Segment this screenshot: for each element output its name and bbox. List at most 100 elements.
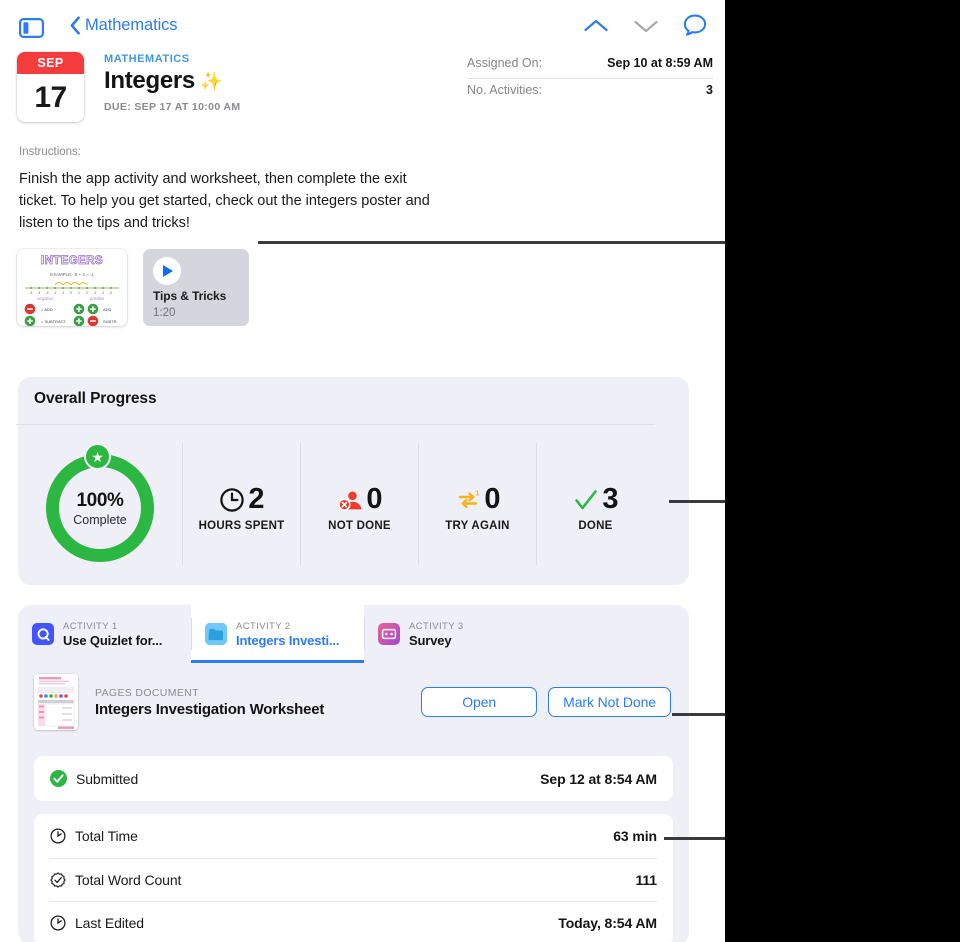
activities-card: ACTIVITY 1 Use Quizlet for... ACTIVITY 2… xyxy=(18,605,689,942)
detail-value: Today, 8:54 AM xyxy=(558,915,657,932)
checkmark-icon xyxy=(575,489,598,509)
tab-activity-2[interactable]: ACTIVITY 2 Integers Investi... xyxy=(191,605,364,663)
svg-text:ADD: ADD xyxy=(103,307,112,312)
chevron-down-icon[interactable] xyxy=(633,18,659,34)
attachments-row: INTEGERS EXAMPLE: -5 + 4 = -1 -5 -4 -3 -… xyxy=(17,249,249,326)
svg-text:-4: -4 xyxy=(38,291,41,295)
svg-text:-1: -1 xyxy=(62,291,65,295)
svg-text:INTEGERS: INTEGERS xyxy=(41,255,103,267)
stat-try-again: 1 0 TRY AGAIN xyxy=(418,443,536,565)
navbar-actions xyxy=(583,14,707,37)
assignment-title-row: Integers ✨ xyxy=(104,67,240,95)
back-button-label: Mathematics xyxy=(85,16,178,34)
document-kicker: PAGES DOCUMENT xyxy=(95,686,199,699)
tab-activity-3[interactable]: ACTIVITY 3 Survey xyxy=(364,605,537,663)
video-duration: 1:20 xyxy=(153,307,176,319)
progress-ring: 100% Complete ★ xyxy=(46,443,154,565)
instructions-text: Finish the app activity and worksheet, t… xyxy=(19,171,430,232)
svg-text:EXAMPLE: -5 + 4 = -1: EXAMPLE: -5 + 4 = -1 xyxy=(50,272,94,277)
svg-text:-3: -3 xyxy=(46,291,49,295)
svg-text:SUBTR: SUBTR xyxy=(103,319,117,324)
page-title: Integers xyxy=(104,67,195,94)
document-name: Integers Investigation Worksheet xyxy=(95,700,325,718)
screen-root: Mathematics SEP 17 MATHEMATICS Integers … xyxy=(0,0,960,942)
star-glyph: ★ xyxy=(91,448,104,465)
open-button[interactable]: Open xyxy=(421,687,538,717)
comment-bubble-icon[interactable] xyxy=(683,14,707,37)
try-again-icon: 1 xyxy=(459,490,480,508)
clock-icon xyxy=(50,915,66,931)
tab-label: Integers Investi... xyxy=(236,632,340,648)
document-row: PAGES DOCUMENT Integers Investigation Wo… xyxy=(18,663,689,741)
meta-value: Sep 10 at 8:59 AM xyxy=(607,56,713,70)
svg-text:1: 1 xyxy=(78,291,80,295)
calendar-month: SEP xyxy=(17,52,84,74)
svg-text:= ADD: = ADD xyxy=(41,307,53,312)
sparkles-icon: ✨ xyxy=(199,71,223,91)
play-icon[interactable] xyxy=(153,257,181,285)
word-count-icon xyxy=(50,872,66,888)
svg-text:positive: positive xyxy=(90,296,105,301)
detail-value: 111 xyxy=(635,871,657,888)
clock-icon xyxy=(50,828,66,844)
video-attachment-card[interactable]: Tips & Tricks 1:20 xyxy=(143,249,249,326)
submitted-value: Sep 12 at 8:54 AM xyxy=(540,770,657,787)
video-title: Tips & Tricks xyxy=(153,289,227,303)
stat-value: 2 xyxy=(248,483,264,515)
navigation-bar: Mathematics xyxy=(0,0,725,48)
meta-key: Assigned On: xyxy=(467,56,543,70)
pages-document-thumbnail[interactable] xyxy=(34,674,78,730)
check-circle-icon xyxy=(50,770,67,787)
stat-done: 3 DONE xyxy=(536,443,654,565)
stat-caption: HOURS SPENT xyxy=(198,520,285,532)
tab-label: Use Quizlet for... xyxy=(63,632,163,648)
tab-activity-1[interactable]: ACTIVITY 1 Use Quizlet for... xyxy=(18,605,191,663)
svg-text:-5: -5 xyxy=(30,291,33,295)
back-button[interactable]: Mathematics xyxy=(70,16,178,35)
svg-text:4: 4 xyxy=(102,291,104,295)
svg-text:2: 2 xyxy=(86,291,88,295)
mark-not-done-button[interactable]: Mark Not Done xyxy=(548,687,671,717)
progress-percent-caption: Complete xyxy=(73,512,127,527)
detail-label: Total Time xyxy=(75,827,138,844)
overall-progress-title: Overall Progress xyxy=(34,390,157,407)
activity-details-list: Total Time 63 min Total Word Count 111 L… xyxy=(34,814,673,942)
star-icon: ★ xyxy=(84,443,111,470)
stat-caption: DONE xyxy=(578,520,613,532)
tab-label: Survey xyxy=(409,632,452,648)
chevron-up-icon[interactable] xyxy=(583,18,609,34)
detail-row-last-edited: Last Edited Today, 8:54 AM xyxy=(50,901,657,942)
assignment-meta-table: Assigned On: Sep 10 at 8:59 AM No. Activ… xyxy=(467,52,713,104)
tab-kicker: ACTIVITY 3 xyxy=(409,620,464,632)
submitted-label: Submitted xyxy=(76,770,139,787)
activity-tabs: ACTIVITY 1 Use Quizlet for... ACTIVITY 2… xyxy=(18,605,537,663)
meta-row: No. Activities: 3 xyxy=(467,78,713,104)
svg-text:5: 5 xyxy=(110,291,112,295)
detail-value: 63 min xyxy=(613,827,657,844)
detail-label: Last Edited xyxy=(75,915,144,932)
meta-key: No. Activities: xyxy=(467,83,543,97)
progress-percent: 100% xyxy=(76,489,124,511)
integers-poster-thumbnail[interactable]: INTEGERS EXAMPLE: -5 + 4 = -1 -5 -4 -3 -… xyxy=(17,249,127,326)
progress-divider xyxy=(16,424,655,425)
callout-line-attachments xyxy=(258,241,725,244)
pages-folder-icon xyxy=(205,623,227,645)
calendar-day: 17 xyxy=(34,81,67,114)
submitted-status-card: Submitted Sep 12 at 8:54 AM xyxy=(34,756,673,801)
due-date-label: DUE: SEP 17 AT 10:00 AM xyxy=(104,101,241,113)
due-date-calendar-badge: SEP 17 xyxy=(17,52,84,122)
course-label: MATHEMATICS xyxy=(104,53,190,65)
sidebar-toggle-icon[interactable] xyxy=(19,18,44,38)
callout-line-mark-not-done xyxy=(672,713,725,716)
meta-value: 3 xyxy=(706,83,713,97)
detail-row-total-word-count: Total Word Count 111 xyxy=(50,857,657,902)
stat-not-done: 0 NOT DONE xyxy=(300,443,418,565)
detail-row-total-time: Total Time 63 min xyxy=(50,814,657,858)
chevron-left-icon xyxy=(70,16,80,35)
svg-text:0: 0 xyxy=(70,291,72,295)
quizlet-app-icon xyxy=(32,623,54,645)
instructions-label: Instructions: xyxy=(19,146,81,158)
content-pane: Mathematics SEP 17 MATHEMATICS Integers … xyxy=(0,0,725,942)
clock-icon xyxy=(220,487,245,512)
stat-value: 3 xyxy=(602,483,618,515)
